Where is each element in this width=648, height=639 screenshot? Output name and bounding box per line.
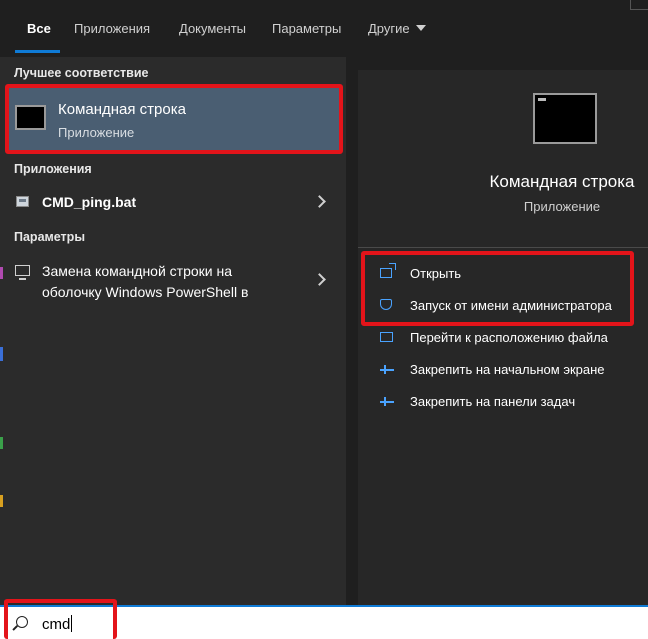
edge-decoration xyxy=(0,437,3,449)
settings-result-line1: Замена командной строки на xyxy=(42,263,233,279)
command-prompt-icon xyxy=(15,105,46,130)
results-panel: Лучшее соответствие Командная строка При… xyxy=(0,57,346,605)
edge-decoration xyxy=(0,267,3,279)
search-value: cmd xyxy=(42,616,71,633)
search-tabs: Все Приложения Документы Параметры Други… xyxy=(0,0,648,57)
action-pin-to-start[interactable]: Закрепить на начальном экране xyxy=(380,360,640,380)
action-label: Перейти к расположению файла xyxy=(410,330,608,345)
tab-other-label: Другие xyxy=(368,21,410,36)
shield-icon xyxy=(380,299,392,310)
detail-app-type: Приложение xyxy=(523,199,601,214)
action-open[interactable]: Открыть xyxy=(380,263,640,284)
folder-icon xyxy=(380,332,393,342)
edge-decoration xyxy=(0,495,3,507)
action-label: Открыть xyxy=(410,266,462,281)
app-result-label: CMD_ping.bat xyxy=(42,194,137,210)
pin-icon xyxy=(380,396,394,410)
action-open-file-location[interactable]: Перейти к расположению файла xyxy=(380,328,640,348)
settings-result-line2: оболочку Windows PowerShell в xyxy=(42,284,249,300)
apps-heading: Приложения xyxy=(14,162,92,176)
command-prompt-large-icon xyxy=(533,93,597,144)
search-input[interactable]: cmd xyxy=(42,615,73,633)
chevron-right-icon[interactable] xyxy=(313,195,326,208)
pin-icon xyxy=(380,364,394,378)
action-label: Запуск от имени администратора xyxy=(410,298,612,313)
tab-documents[interactable]: Документы xyxy=(179,21,246,36)
active-tab-indicator xyxy=(15,50,60,53)
detail-panel: Командная строка Приложение Открыть Запу… xyxy=(358,70,648,605)
tab-all[interactable]: Все xyxy=(27,21,51,36)
action-label: Закрепить на начальном экране xyxy=(410,362,605,377)
tab-settings[interactable]: Параметры xyxy=(272,21,341,36)
action-label: Закрепить на панели задач xyxy=(410,394,576,409)
best-match-item[interactable]: Командная строка Приложение xyxy=(9,87,342,153)
best-match-heading: Лучшее соответствие xyxy=(14,66,149,80)
settings-heading: Параметры xyxy=(14,230,85,244)
chevron-down-icon xyxy=(415,25,426,31)
action-pin-to-taskbar[interactable]: Закрепить на панели задач xyxy=(380,392,640,412)
detail-app-title: Командная строка xyxy=(489,172,635,191)
text-cursor xyxy=(71,615,73,632)
search-bar[interactable]: cmd xyxy=(0,605,648,639)
tab-other[interactable]: Другие xyxy=(368,21,426,36)
monitor-icon xyxy=(15,265,30,280)
search-icon xyxy=(16,616,28,628)
open-icon xyxy=(380,263,396,278)
action-run-as-admin[interactable]: Запуск от имени администратора xyxy=(380,296,640,316)
divider xyxy=(358,247,648,248)
batch-file-icon xyxy=(16,196,29,207)
best-match-name: Командная строка xyxy=(58,101,186,118)
edge-decoration xyxy=(0,347,3,361)
tab-apps[interactable]: Приложения xyxy=(74,21,150,36)
window-edge xyxy=(630,0,648,10)
best-match-type: Приложение xyxy=(58,125,135,140)
chevron-right-icon[interactable] xyxy=(313,273,326,286)
